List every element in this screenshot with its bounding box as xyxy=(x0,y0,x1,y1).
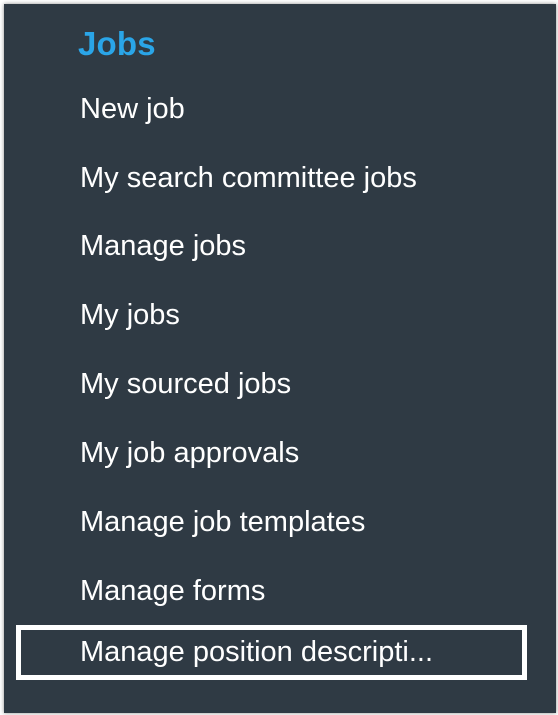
menu-item-manage-forms[interactable]: Manage forms xyxy=(80,571,265,611)
menu-item-my-job-approvals[interactable]: My job approvals xyxy=(80,433,299,473)
menu-item-manage-jobs[interactable]: Manage jobs xyxy=(80,226,246,266)
menu-item-my-search-committee-jobs[interactable]: My search committee jobs xyxy=(80,158,417,198)
menu-item-my-sourced-jobs[interactable]: My sourced jobs xyxy=(80,364,291,404)
menu-item-my-jobs[interactable]: My jobs xyxy=(80,295,180,335)
jobs-menu-panel: Jobs New job My search committee jobs Ma… xyxy=(4,4,556,713)
menu-item-new-job[interactable]: New job xyxy=(80,89,185,129)
section-title-jobs: Jobs xyxy=(78,25,156,62)
menu-item-manage-job-templates[interactable]: Manage job templates xyxy=(80,502,365,542)
menu-item-manage-position-descriptions[interactable]: Manage position descripti... xyxy=(16,625,527,680)
